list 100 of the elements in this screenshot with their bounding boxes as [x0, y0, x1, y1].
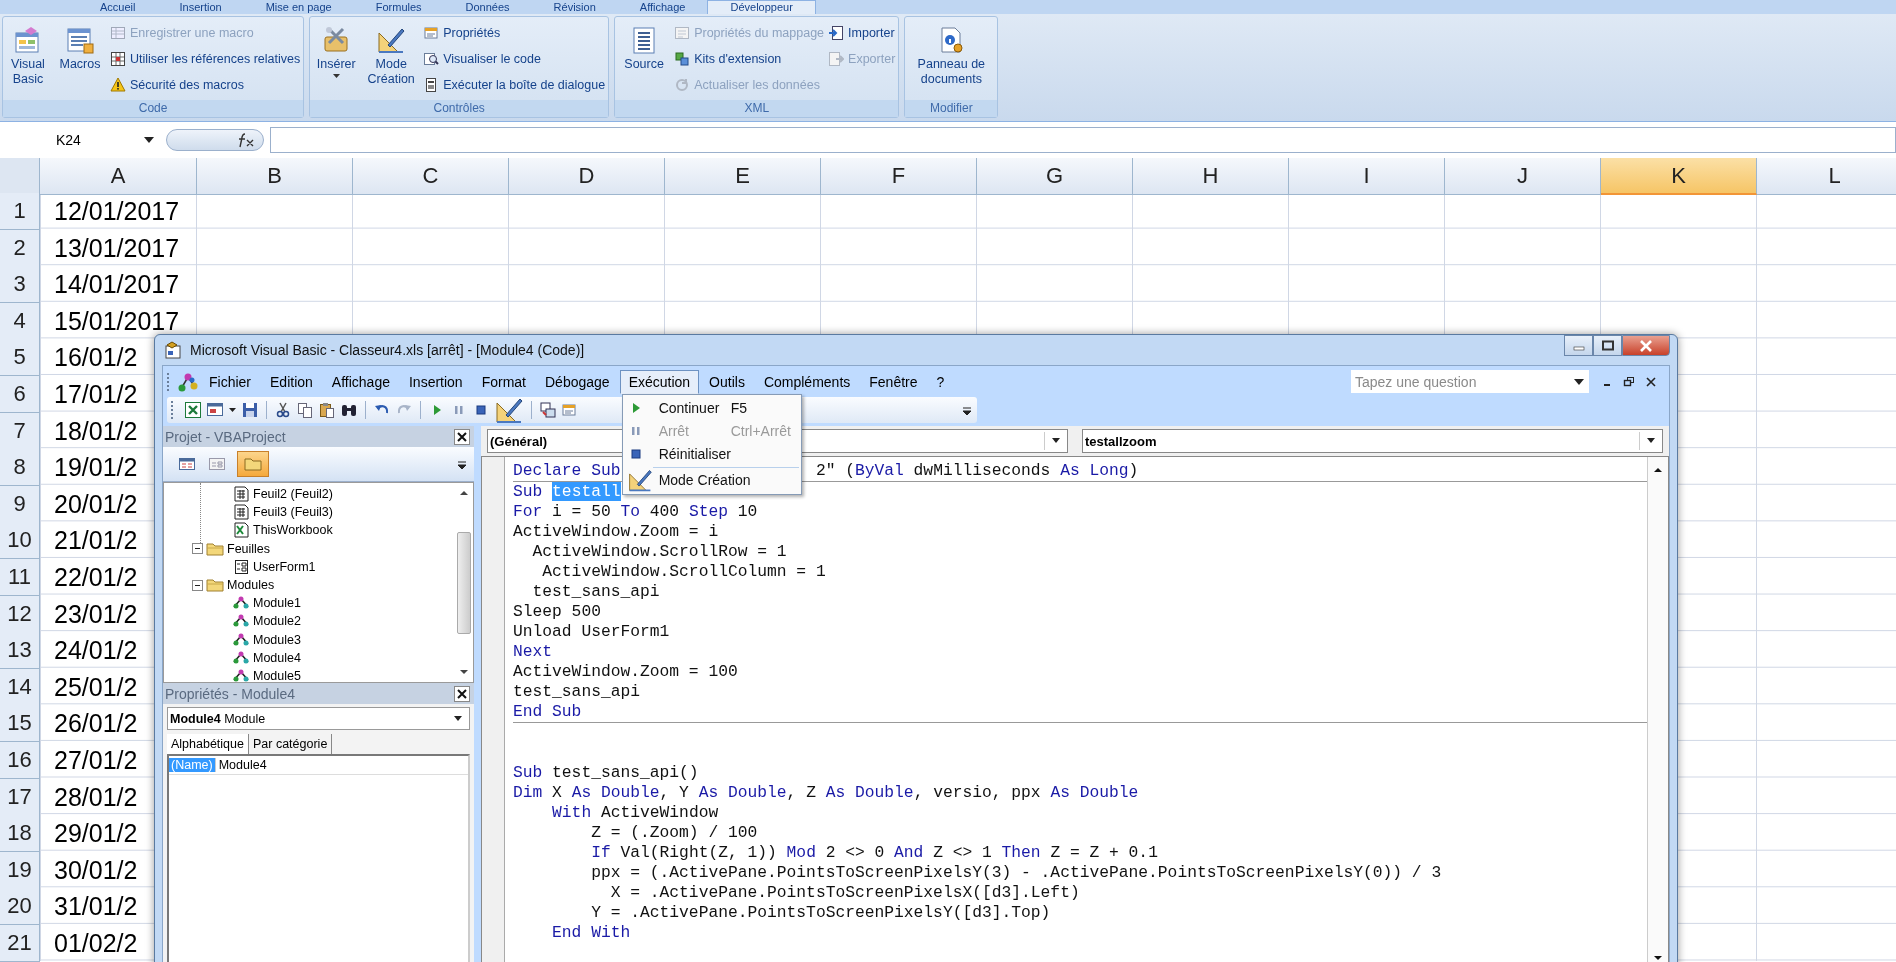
column-header[interactable]: F — [821, 158, 977, 195]
project-explorer-icon[interactable] — [539, 401, 557, 419]
paste-icon[interactable] — [318, 401, 336, 419]
collapse-toggle[interactable] — [192, 543, 206, 555]
row-header[interactable]: 12 — [0, 595, 40, 633]
row-header[interactable]: 8 — [0, 449, 40, 487]
ribbon-tab[interactable]: Insertion — [157, 0, 244, 14]
menu-item[interactable]: Affichage — [322, 369, 399, 394]
close-icon[interactable] — [1645, 375, 1657, 388]
ribbon-button[interactable]: Propriétés — [423, 21, 606, 44]
ribbon-tab[interactable]: Révision — [531, 0, 618, 14]
scissors-icon[interactable] — [274, 401, 292, 419]
collapse-toggle[interactable] — [192, 579, 206, 591]
menu-item[interactable]: Débogage — [536, 369, 619, 394]
caret-icon[interactable] — [332, 74, 340, 79]
ribbon-button[interactable]: Visualiser le code — [423, 47, 606, 70]
tree-item[interactable]: ThisWorkbook — [253, 523, 333, 538]
save-icon[interactable] — [241, 401, 259, 419]
ribbon-button[interactable]: Importer — [828, 21, 896, 44]
row-header[interactable]: 15 — [0, 705, 40, 743]
caret-icon[interactable] — [1646, 438, 1656, 444]
tree-item[interactable]: Feuil2 (Feuil2) — [253, 487, 333, 502]
caret-icon[interactable] — [1573, 377, 1585, 386]
tab[interactable]: Alphabétique — [167, 734, 249, 754]
row-header[interactable]: 7 — [0, 412, 40, 450]
row-header[interactable]: 9 — [0, 485, 40, 523]
row-header[interactable]: 21 — [0, 924, 40, 962]
column-header[interactable]: H — [1133, 158, 1289, 195]
tree-item[interactable]: Module5 — [253, 668, 301, 683]
tree-item[interactable]: Module3 — [253, 632, 301, 647]
caret-icon[interactable] — [453, 715, 463, 722]
ribbon-button[interactable]: Mode Création — [363, 19, 420, 100]
ribbon-button[interactable]: Macros — [54, 19, 106, 100]
ribbon-button[interactable]: Visual Basic — [6, 19, 50, 100]
row-header[interactable]: 20 — [0, 888, 40, 926]
view-code-icon[interactable] — [177, 455, 197, 473]
maximize-icon[interactable] — [1600, 339, 1615, 352]
column-header[interactable]: I — [1289, 158, 1445, 195]
column-header[interactable]: D — [509, 158, 665, 195]
caret-icon[interactable] — [144, 136, 154, 143]
procedure-dropdown[interactable]: testallzoom — [1082, 429, 1663, 453]
userform-icon[interactable] — [206, 401, 224, 419]
scroll-down-icon[interactable] — [1652, 953, 1664, 962]
view-object-icon[interactable] — [207, 455, 227, 473]
row-header[interactable]: 6 — [0, 375, 40, 413]
menu-item[interactable]: Exécution — [619, 369, 700, 394]
row-header[interactable]: 18 — [0, 815, 40, 853]
scroll-up-icon[interactable] — [1652, 465, 1664, 475]
ribbon-tab[interactable]: Accueil — [78, 0, 158, 14]
scrollbar[interactable] — [1647, 457, 1668, 962]
menu-item[interactable]: Outils — [700, 369, 754, 394]
row-header[interactable]: 19 — [0, 851, 40, 889]
ribbon-button[interactable]: Exécuter la boîte de dialogue — [423, 73, 606, 96]
ribbon-tab[interactable]: Mise en page — [243, 0, 354, 14]
close-button[interactable] — [1622, 335, 1670, 356]
row-header[interactable]: 14 — [0, 668, 40, 706]
column-header[interactable]: C — [353, 158, 509, 195]
tree-item[interactable]: Modules — [227, 578, 275, 593]
spreadsheet-icon[interactable] — [184, 401, 202, 419]
ribbon-tab[interactable]: Données — [443, 0, 532, 14]
menu-item[interactable]: ? — [927, 369, 954, 394]
tree-item[interactable]: Feuilles — [227, 541, 271, 556]
menu-item[interactable]: Fichier — [200, 369, 260, 394]
row-header[interactable]: 11 — [0, 558, 40, 596]
column-header[interactable]: E — [665, 158, 821, 195]
column-header[interactable]: J — [1445, 158, 1601, 195]
menu-item[interactable]: Fenêtre — [860, 369, 927, 394]
scroll-up-icon[interactable] — [459, 489, 469, 497]
row-header[interactable]: 5 — [0, 339, 40, 377]
menu-item[interactable]: Edition — [261, 369, 322, 394]
caret-icon[interactable] — [1051, 438, 1061, 444]
column-header[interactable]: K — [1601, 158, 1757, 195]
restore-icon[interactable] — [1623, 375, 1635, 388]
ribbon-tab[interactable]: Développeur — [707, 0, 816, 14]
tree-item[interactable]: Module2 — [253, 614, 301, 629]
column-header[interactable]: G — [977, 158, 1133, 195]
menu-item[interactable]: Insertion — [399, 369, 472, 394]
close-icon[interactable] — [454, 428, 470, 445]
object-dropdown[interactable]: Module4 Module — [167, 707, 470, 730]
ribbon-button[interactable]: Kits d'extension — [674, 47, 825, 70]
menu-item[interactable]: Format — [472, 369, 535, 394]
ribbon-button[interactable]: Utiliser les références relatives — [110, 47, 301, 70]
toggle-folders-button[interactable] — [237, 451, 269, 477]
tree-item[interactable]: UserForm1 — [253, 559, 316, 574]
formula-field[interactable] — [270, 126, 1896, 153]
ribbon-button[interactable]: Insérer — [313, 19, 360, 100]
close-icon[interactable] — [454, 685, 470, 702]
row-header[interactable]: 1 — [0, 193, 40, 230]
maximize-button[interactable] — [1593, 335, 1622, 356]
ribbon-button[interactable]: Panneau de documents — [908, 19, 995, 100]
ribbon-button[interactable]: Sécurité des macros — [110, 73, 301, 96]
column-header[interactable]: B — [197, 158, 353, 195]
row-header[interactable]: 17 — [0, 778, 40, 816]
column-header[interactable]: A — [40, 158, 197, 195]
menu-entry[interactable]: Continuer F5 — [622, 396, 801, 420]
copy-icon[interactable] — [296, 401, 314, 419]
ribbon-button[interactable]: Source — [618, 19, 671, 100]
property-value[interactable]: Module4 — [215, 758, 267, 772]
row-header[interactable]: 4 — [0, 302, 40, 340]
menu-item[interactable]: Compléments — [754, 369, 860, 394]
